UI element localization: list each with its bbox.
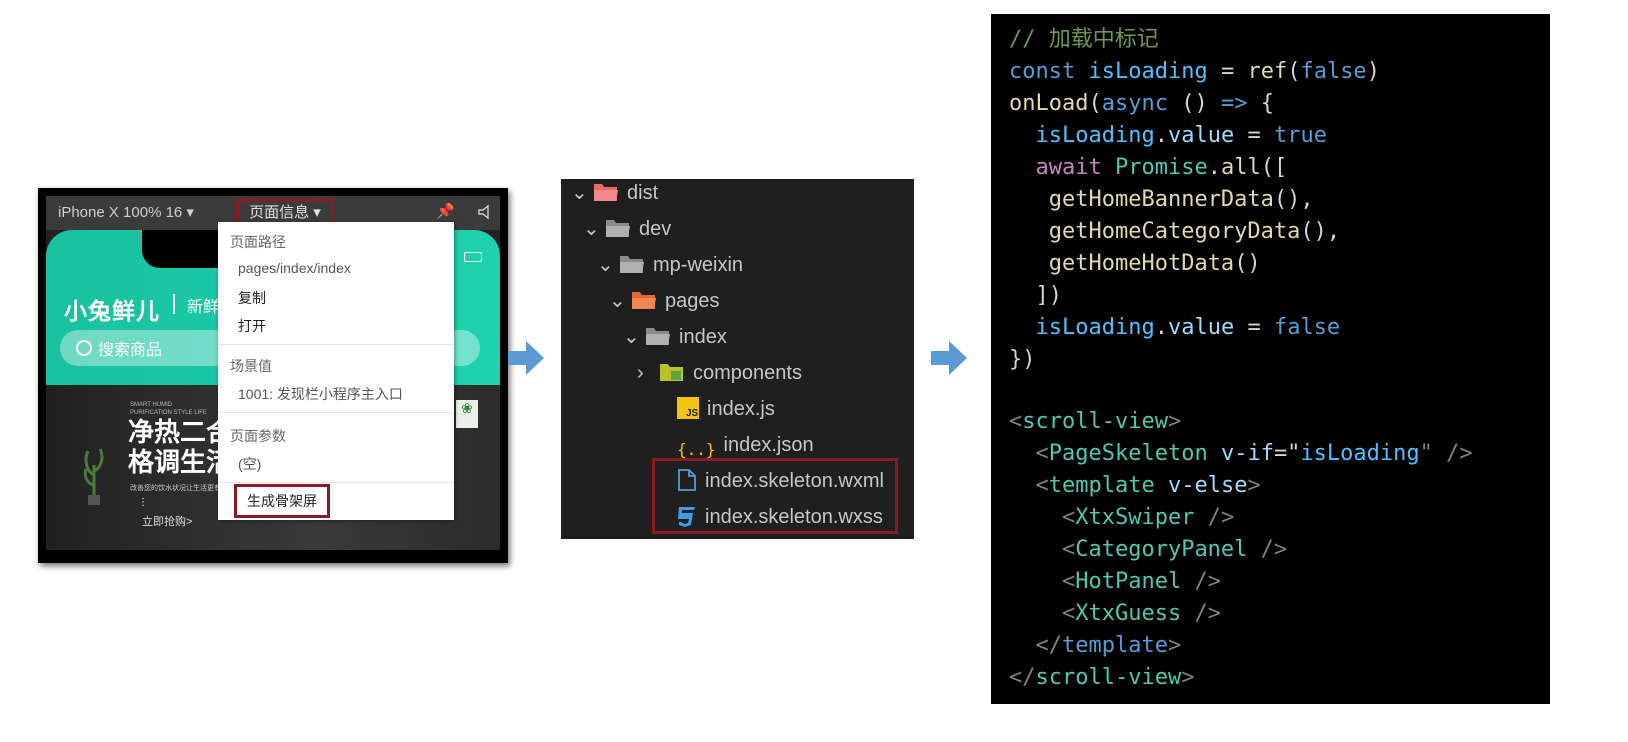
tree-item-index[interactable]: ⌄ index	[623, 323, 727, 359]
page-info-dropdown: 页面路径 pages/index/index 复制 打开 场景值 1001: 发…	[218, 222, 454, 520]
tree-label: index.json	[723, 434, 814, 456]
tree-label: index.js	[707, 398, 775, 420]
chevron-down-icon: ⌄	[609, 290, 626, 312]
search-icon	[76, 340, 92, 356]
code-line: await Promise.all([	[1035, 155, 1288, 180]
code-line: getHomeCategoryData(),	[1048, 219, 1341, 244]
battery-icon	[464, 252, 482, 262]
banner-title: 净热二合 格调生活	[128, 417, 233, 477]
folder-open-icon	[594, 184, 618, 201]
brand-divider	[173, 294, 175, 314]
folder-open-icon	[646, 328, 670, 345]
page-params-value: (空)	[238, 456, 262, 472]
tree-item-dist[interactable]: ⌄ dist	[571, 179, 658, 215]
page-params-heading: 页面参数	[230, 428, 286, 444]
code-line: </template>	[1035, 633, 1182, 658]
code-line: </scroll-view>	[1009, 665, 1195, 690]
folder-icon	[660, 364, 683, 381]
code-line: isLoading.value = true	[1035, 123, 1327, 148]
code-editor: // 加载中标记 const isLoading = ref(false) on…	[991, 14, 1550, 704]
code-line: <HotPanel />	[1061, 569, 1221, 594]
chevron-down-icon: ⌄	[571, 182, 588, 204]
code-line: onLoad(async () => {	[1009, 91, 1274, 116]
dropdown-divider	[218, 482, 454, 483]
plant-icon	[83, 448, 104, 505]
more-icon: ⋮	[138, 497, 148, 508]
banner-small-text: SMART HUMID PURIFICATION STYLE LIFE	[130, 402, 207, 416]
speaker-icon[interactable]	[476, 203, 494, 221]
folder-open-icon	[606, 220, 630, 237]
code-line: <PageSkeleton v-if="isLoading" />	[1035, 441, 1473, 466]
tree-label: dist	[627, 182, 659, 204]
tree-item-mp-weixin[interactable]: ⌄ mp-weixin	[597, 251, 743, 287]
scene-heading: 场景值	[230, 358, 272, 374]
tree-label: pages	[665, 290, 720, 312]
arrow-right-icon	[931, 341, 967, 375]
banner-cta[interactable]: 立即抢购>	[142, 513, 192, 529]
code-line: getHomeHotData()	[1048, 251, 1261, 276]
chevron-down-icon: ⌄	[597, 254, 614, 276]
tree-item-pages[interactable]: ⌄ pages	[609, 287, 720, 323]
dropdown-divider	[218, 344, 454, 345]
search-placeholder: 搜索商品	[98, 342, 163, 359]
page-path-value: pages/index/index	[238, 260, 351, 276]
scene-value: 1001: 发现栏小程序主入口	[238, 386, 403, 402]
pin-icon[interactable]: 📌	[436, 202, 455, 220]
leaf-icon: ❀	[456, 400, 478, 428]
skeleton-files-highlight	[652, 458, 898, 534]
code-line: <template v-else>	[1035, 473, 1261, 498]
svg-text:JS: JS	[686, 408, 699, 419]
dropdown-divider	[218, 412, 454, 413]
device-select[interactable]: iPhone X 100% 16 ▾	[58, 203, 194, 221]
js-file-icon: JS	[677, 397, 699, 419]
code-line: <scroll-view>	[1009, 409, 1182, 434]
code-line: ])	[1035, 283, 1063, 308]
page-path-heading: 页面路径	[230, 234, 286, 250]
arrow-right-icon	[508, 341, 544, 375]
code-line: <CategoryPanel />	[1061, 537, 1288, 562]
tree-item-index-js[interactable]: JS index.js	[655, 395, 775, 431]
brand-slogan: 新鲜	[187, 299, 220, 316]
tree-item-dev[interactable]: ⌄ dev	[583, 215, 671, 251]
brand-logo: 小兔鲜儿	[64, 298, 160, 324]
tree-label: mp-weixin	[653, 254, 744, 276]
folder-open-icon	[620, 256, 644, 273]
code-line: })	[1009, 347, 1036, 372]
tree-label: dev	[639, 218, 672, 240]
code-line: const isLoading = ref(false)	[1009, 59, 1380, 84]
chevron-down-icon: ⌄	[583, 218, 600, 240]
open-path-link[interactable]: 打开	[238, 316, 266, 336]
generate-skeleton-button[interactable]: 生成骨架屏	[234, 484, 330, 518]
code-line: // 加载中标记	[1009, 27, 1159, 52]
folder-open-icon	[632, 292, 656, 309]
code-line: isLoading.value = false	[1035, 315, 1341, 340]
code-line: getHomeBannerData(),	[1048, 187, 1314, 212]
copy-path-link[interactable]: 复制	[238, 288, 266, 308]
code-line: <XtxSwiper />	[1061, 505, 1235, 530]
code-line: <XtxGuess />	[1061, 601, 1221, 626]
tree-item-components[interactable]: › components	[637, 359, 802, 395]
chevron-right-icon: ›	[637, 362, 644, 384]
tree-label: components	[693, 362, 802, 384]
chevron-down-icon: ⌄	[623, 326, 640, 348]
tree-label: index	[679, 326, 727, 348]
